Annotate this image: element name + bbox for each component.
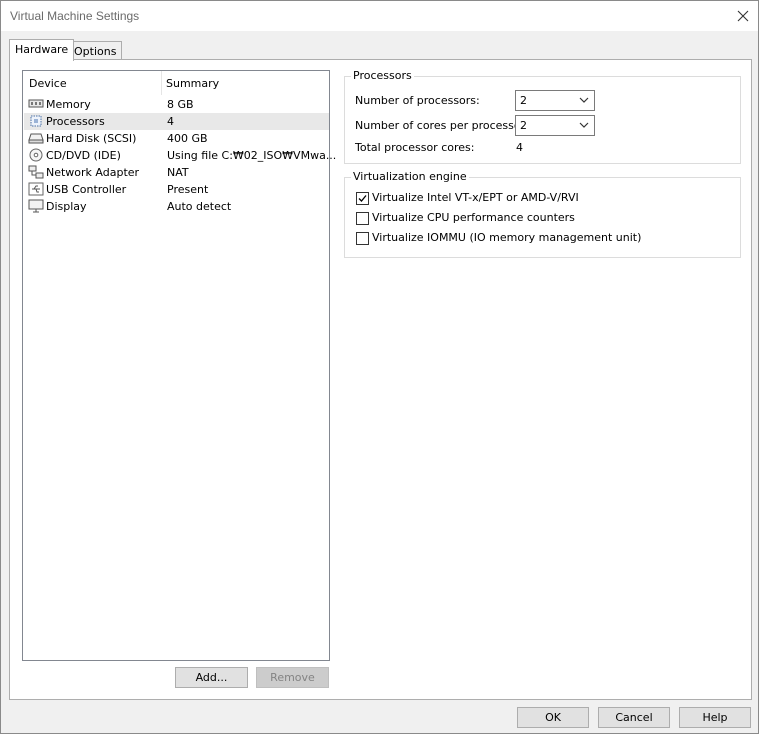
virtualization-group-title: Virtualization engine xyxy=(351,170,469,183)
cores-per-processor-select[interactable]: 2 xyxy=(515,115,595,136)
help-button[interactable]: Help xyxy=(679,707,751,728)
add-device-button[interactable]: Add... xyxy=(175,667,248,688)
tab-options[interactable]: Options xyxy=(68,41,123,61)
device-row-usb-controller[interactable]: USB Controller Present xyxy=(24,181,329,198)
virtualize-vtx-checkbox[interactable] xyxy=(356,192,369,205)
processors-group-title: Processors xyxy=(351,69,414,82)
num-processors-select[interactable]: 2 xyxy=(515,90,595,111)
device-row-memory[interactable]: Memory 8 GB xyxy=(24,96,329,113)
device-list-header: Device Summary xyxy=(23,71,329,95)
total-cores-label: Total processor cores: xyxy=(355,141,475,154)
virtualize-cpu-counters-label[interactable]: Virtualize CPU performance counters xyxy=(372,211,575,224)
display-icon xyxy=(28,199,44,213)
num-processors-label: Number of processors: xyxy=(355,94,480,107)
close-icon xyxy=(737,10,749,22)
device-row-hard-disk[interactable]: Hard Disk (SCSI) 400 GB xyxy=(24,130,329,147)
hard-disk-icon xyxy=(28,133,44,144)
num-processors-value: 2 xyxy=(520,94,527,107)
device-name: Memory xyxy=(46,98,91,111)
device-row-processors[interactable]: Processors 4 xyxy=(24,113,329,130)
cores-per-processor-value: 2 xyxy=(520,119,527,132)
device-row-network-adapter[interactable]: Network Adapter NAT xyxy=(24,164,329,181)
settings-window: Virtual Machine Settings Hardware Option… xyxy=(0,0,759,734)
column-header-device[interactable]: Device xyxy=(29,77,67,90)
virtualize-cpu-counters-checkbox[interactable] xyxy=(356,212,369,225)
device-name: USB Controller xyxy=(46,183,127,196)
device-name: CD/DVD (IDE) xyxy=(46,149,121,162)
chevron-down-icon xyxy=(579,97,589,103)
title-bar[interactable]: Virtual Machine Settings xyxy=(1,1,758,31)
checkmark-icon xyxy=(358,195,367,202)
device-summary: 400 GB xyxy=(167,132,208,145)
hardware-tab-panel: Device Summary Memory 8 GB Processors 4 xyxy=(9,59,752,700)
device-summary: 8 GB xyxy=(167,98,194,111)
chevron-down-icon xyxy=(579,122,589,128)
cores-per-processor-label: Number of cores per processor: xyxy=(355,119,529,132)
device-list[interactable]: Device Summary Memory 8 GB Processors 4 xyxy=(22,70,336,661)
cancel-button[interactable]: Cancel xyxy=(598,707,670,728)
virtualize-iommu-label[interactable]: Virtualize IOMMU (IO memory management u… xyxy=(372,231,641,244)
virtualization-engine-group: Virtualization engine Virtualize Intel V… xyxy=(344,170,741,258)
device-row-display[interactable]: Display Auto detect xyxy=(24,198,329,215)
device-name: Hard Disk (SCSI) xyxy=(46,132,137,145)
usb-icon xyxy=(28,182,44,196)
device-summary: Present xyxy=(167,183,209,196)
device-row-cd-dvd[interactable]: CD/DVD (IDE) Using file C:₩02_ISO₩VMwa..… xyxy=(24,147,336,164)
device-name: Processors xyxy=(46,115,105,128)
processors-group: Processors Number of processors: 2 Numbe… xyxy=(344,69,741,164)
close-button[interactable] xyxy=(728,1,758,31)
cd-dvd-icon xyxy=(29,148,43,162)
memory-icon xyxy=(28,99,44,108)
device-summary: 4 xyxy=(167,115,174,128)
virtualize-iommu-checkbox[interactable] xyxy=(356,232,369,245)
device-summary: Using file C:₩02_ISO₩VMwa... xyxy=(167,149,337,162)
column-header-summary[interactable]: Summary xyxy=(166,77,219,90)
virtualize-vtx-label[interactable]: Virtualize Intel VT-x/EPT or AMD-V/RVI xyxy=(372,191,579,204)
device-summary: Auto detect xyxy=(167,200,232,213)
window-title: Virtual Machine Settings xyxy=(10,9,140,23)
device-summary: NAT xyxy=(167,166,189,179)
column-separator[interactable] xyxy=(161,71,162,95)
network-adapter-icon xyxy=(28,165,44,179)
remove-device-button[interactable]: Remove xyxy=(256,667,329,688)
device-name: Display xyxy=(46,200,87,213)
processor-icon xyxy=(30,115,42,127)
total-cores-value: 4 xyxy=(516,141,523,154)
device-name: Network Adapter xyxy=(46,166,140,179)
tab-hardware[interactable]: Hardware xyxy=(9,39,75,61)
ok-button[interactable]: OK xyxy=(517,707,589,728)
